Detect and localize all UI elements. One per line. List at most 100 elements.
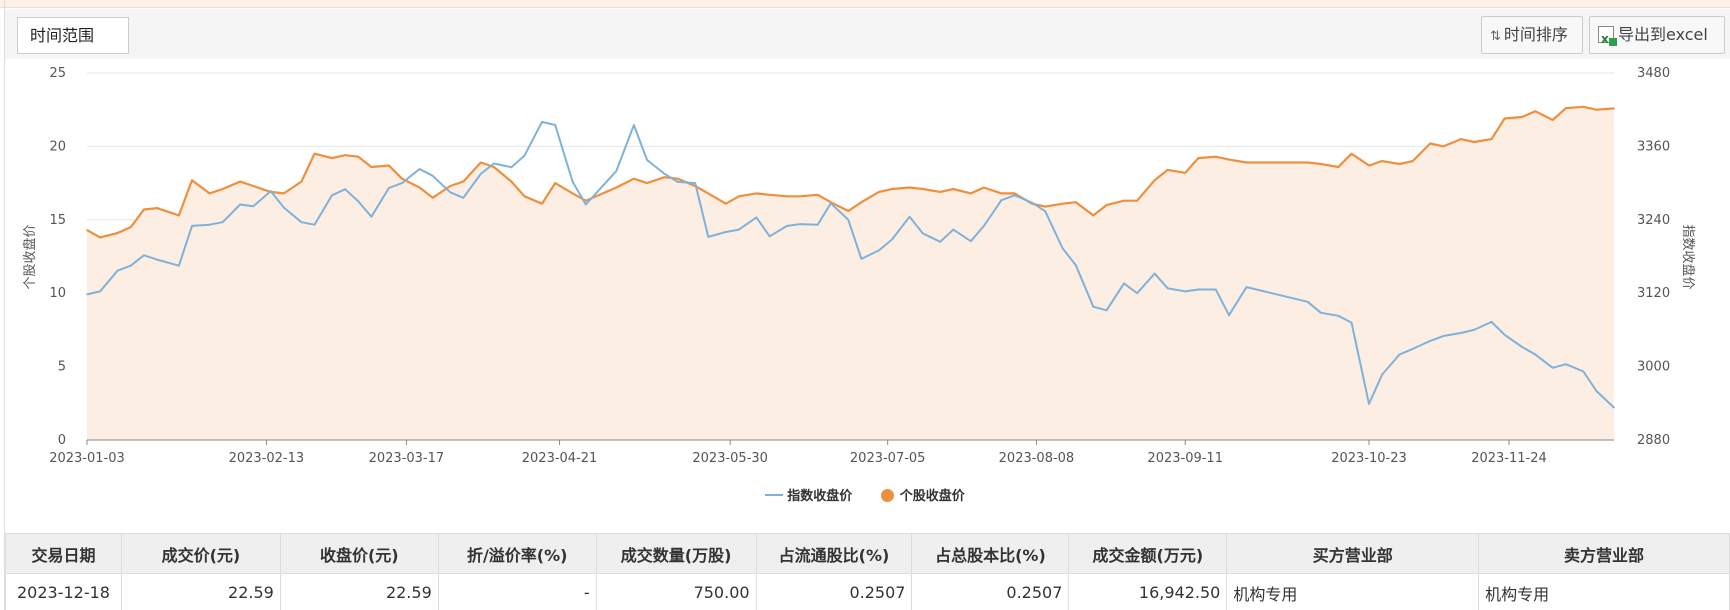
index-point bbox=[1061, 247, 1064, 250]
stock-point bbox=[1582, 106, 1585, 108]
index-point bbox=[970, 240, 972, 242]
toolbar: 时间范围 ⇅时间排序 导出到excel bbox=[5, 9, 1730, 59]
index-point bbox=[1184, 290, 1186, 293]
stock-point bbox=[891, 188, 893, 190]
stock-point bbox=[1136, 199, 1138, 202]
stock-point bbox=[847, 210, 850, 212]
stock-point bbox=[1075, 201, 1077, 203]
stock-point bbox=[1337, 166, 1340, 168]
stock-point bbox=[313, 152, 316, 155]
header-premium-rate[interactable]: 折/溢价率(%) bbox=[437, 533, 597, 574]
stock-point bbox=[983, 186, 985, 189]
export-button-label: 导出到excel bbox=[1618, 25, 1708, 44]
index-point bbox=[1166, 287, 1169, 290]
index-point bbox=[725, 231, 727, 233]
stock-point bbox=[1473, 141, 1475, 143]
stock-point bbox=[1123, 199, 1125, 202]
index-point bbox=[847, 219, 850, 221]
index-point bbox=[1595, 390, 1598, 392]
index-point bbox=[130, 264, 132, 267]
stock-point bbox=[1595, 108, 1598, 111]
index-point bbox=[462, 197, 465, 199]
legend-item-index[interactable]: 指数收盘价 bbox=[765, 485, 852, 504]
cell-total-ratio: 0.2507 bbox=[911, 573, 1070, 610]
stock-point bbox=[663, 176, 666, 178]
legend-dot-swatch bbox=[880, 489, 894, 502]
sort-button-label: 时间排序 bbox=[1503, 25, 1568, 44]
index-point bbox=[221, 221, 224, 223]
x-tick-label: 2023-05-30 bbox=[692, 451, 768, 466]
x-tick-label: 2023-11-24 bbox=[1471, 451, 1547, 466]
stock-point bbox=[1411, 160, 1414, 162]
header-float-ratio[interactable]: 占流通股比(%) bbox=[755, 533, 913, 574]
stock-point bbox=[462, 180, 465, 183]
stock-point bbox=[449, 185, 452, 187]
stock-point bbox=[860, 201, 863, 203]
index-point bbox=[1368, 403, 1370, 405]
stock-point bbox=[388, 164, 390, 167]
stock-point bbox=[191, 179, 193, 181]
index-point bbox=[270, 190, 272, 192]
cell-volume: 750.00 bbox=[595, 573, 757, 610]
stock-point bbox=[725, 202, 727, 205]
y-left-tick-label: 20 bbox=[49, 139, 66, 154]
index-point bbox=[239, 203, 241, 206]
stock-point bbox=[99, 236, 101, 239]
table-header-row: 交易日期 成交价(元) 收盘价(元) 折/溢价率(%) 成交数量(万股) 占流通… bbox=[5, 533, 1730, 574]
header-buyer[interactable]: 买方营业部 bbox=[1226, 533, 1480, 574]
y-right-tick-label: 3240 bbox=[1637, 213, 1670, 228]
stock-point bbox=[331, 157, 333, 159]
header-trade-price[interactable]: 成交价(元) bbox=[120, 533, 281, 574]
index-point bbox=[952, 228, 955, 231]
header-seller[interactable]: 卖方营业部 bbox=[1478, 533, 1730, 574]
stock-point bbox=[1490, 138, 1493, 140]
stock-point bbox=[554, 182, 556, 184]
export-excel-button[interactable]: 导出到excel bbox=[1589, 16, 1725, 57]
stock-point bbox=[221, 188, 224, 190]
stock-point bbox=[615, 186, 618, 189]
stock-point bbox=[633, 177, 635, 180]
index-point bbox=[388, 187, 390, 189]
index-point bbox=[816, 223, 819, 226]
sort-by-time-button[interactable]: ⇅ 时间排序 bbox=[1481, 16, 1583, 54]
index-point bbox=[585, 203, 587, 206]
index-point bbox=[1031, 201, 1033, 204]
cell-seller: 机构专用 bbox=[1478, 573, 1730, 610]
cell-buyer: 机构专用 bbox=[1226, 573, 1480, 610]
header-total-ratio[interactable]: 占总股本比(%) bbox=[911, 533, 1070, 574]
stock-point bbox=[541, 202, 543, 205]
index-point bbox=[1460, 332, 1462, 334]
stock-point bbox=[738, 195, 740, 198]
index-point bbox=[1044, 210, 1046, 212]
stock-point bbox=[1551, 119, 1554, 121]
stock-point bbox=[1350, 152, 1353, 155]
stock-point bbox=[908, 186, 911, 189]
stock-point bbox=[1197, 157, 1200, 159]
stock-point bbox=[939, 191, 941, 193]
time-range-select[interactable]: 时间范围 bbox=[17, 17, 129, 54]
index-point bbox=[1503, 334, 1506, 336]
x-tick-label: 2023-01-03 bbox=[49, 451, 125, 466]
header-close-price[interactable]: 收盘价(元) bbox=[279, 533, 439, 574]
stock-point bbox=[921, 188, 924, 190]
stock-point bbox=[431, 197, 434, 199]
index-point bbox=[370, 215, 373, 218]
stock-point bbox=[370, 166, 373, 168]
index-point bbox=[156, 258, 158, 261]
index-point bbox=[541, 121, 543, 123]
stock-point bbox=[707, 192, 710, 195]
header-amount[interactable]: 成交金额(万元) bbox=[1068, 533, 1228, 574]
stock-point bbox=[1153, 179, 1156, 181]
stock-point bbox=[878, 191, 880, 193]
index-point bbox=[1350, 321, 1353, 324]
x-tick-label: 2023-09-11 bbox=[1147, 451, 1223, 466]
header-volume[interactable]: 成交数量(万股) bbox=[595, 533, 757, 574]
index-point bbox=[755, 216, 758, 219]
stock-point bbox=[1092, 214, 1095, 217]
stock-point bbox=[493, 166, 495, 168]
stock-point bbox=[676, 177, 679, 180]
stock-point bbox=[1442, 145, 1445, 148]
legend-item-stock[interactable]: 个股收盘价 bbox=[880, 485, 965, 504]
header-trade-date[interactable]: 交易日期 bbox=[5, 533, 122, 574]
index-point bbox=[116, 269, 119, 272]
